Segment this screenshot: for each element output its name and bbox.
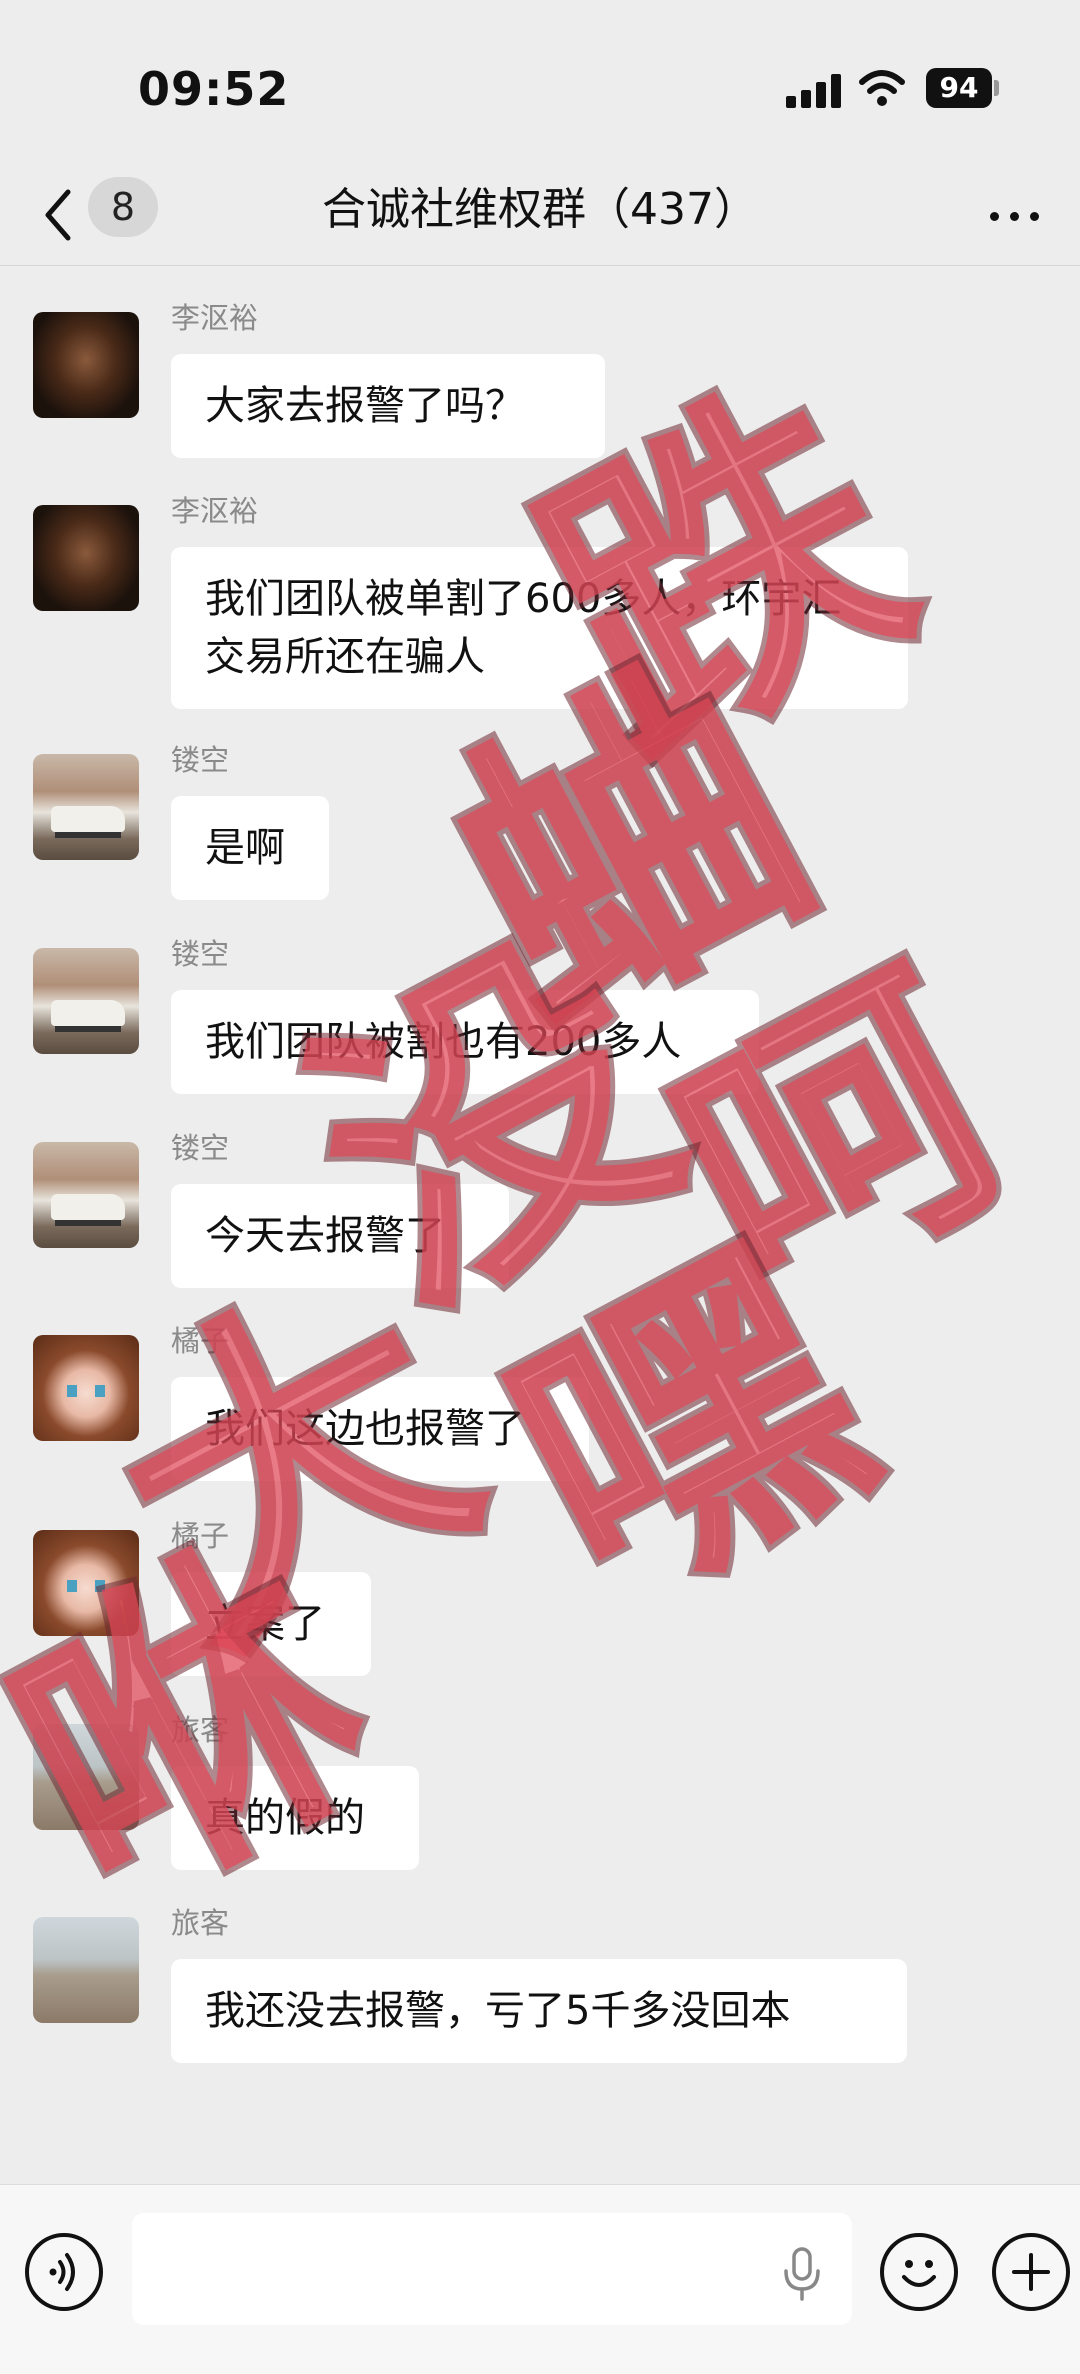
message-input[interactable] <box>132 2213 852 2325</box>
chat-screen: 09:52 94 8 合诚社维权群（437） 李沤裕 大家去报警了吗？ 李沤裕 … <box>0 0 1080 2374</box>
sender-name: 橘子 <box>171 1519 230 1553</box>
sender-name: 镂空 <box>171 937 230 971</box>
input-bar <box>0 2184 1080 2374</box>
sender-name: 橘子 <box>171 1324 230 1358</box>
sender-name: 镂空 <box>171 1131 230 1165</box>
message-bubble[interactable]: 大家去报警了吗？ <box>171 354 605 458</box>
cellular-signal-icon <box>786 72 842 108</box>
chat-header: 8 合诚社维权群（437） <box>0 170 1080 266</box>
plus-icon[interactable] <box>992 2233 1070 2311</box>
message-bubble[interactable]: 我还没去报警，亏了5千多没回本 <box>171 1959 907 2063</box>
sender-name: 旅客 <box>171 1906 230 1940</box>
sender-name: 镂空 <box>171 743 230 777</box>
status-bar: 09:52 94 <box>0 0 1080 170</box>
avatar[interactable] <box>33 312 139 418</box>
message-bubble[interactable]: 真的假的 <box>171 1766 419 1870</box>
avatar[interactable] <box>33 754 139 860</box>
battery-indicator: 94 <box>926 68 992 108</box>
more-icon[interactable] <box>984 190 1044 240</box>
avatar[interactable] <box>33 1724 139 1830</box>
voice-icon[interactable] <box>25 2233 103 2311</box>
avatar[interactable] <box>33 1142 139 1248</box>
avatar[interactable] <box>33 1335 139 1441</box>
message-bubble[interactable]: 立案了 <box>171 1572 371 1676</box>
avatar[interactable] <box>33 1917 139 2023</box>
message-bubble[interactable]: 今天去报警了 <box>171 1184 509 1288</box>
message-bubble[interactable]: 我们团队被单割了600多人，环宇汇交易所还在骗人 <box>171 547 908 709</box>
wifi-icon <box>859 70 905 106</box>
message-bubble[interactable]: 是啊 <box>171 796 329 900</box>
battery-nub <box>994 80 999 96</box>
message-bubble[interactable]: 我们这边也报警了 <box>171 1377 589 1481</box>
emoji-icon[interactable] <box>880 2233 958 2311</box>
sender-name: 李沤裕 <box>171 494 259 528</box>
avatar[interactable] <box>33 505 139 611</box>
chat-title: 合诚社维权群（437） <box>322 184 758 235</box>
sender-name: 李沤裕 <box>171 301 259 335</box>
sender-name: 旅客 <box>171 1713 230 1747</box>
status-time: 09:52 <box>138 62 290 116</box>
message-bubble[interactable]: 我们团队被割也有200多人 <box>171 990 759 1094</box>
avatar[interactable] <box>33 948 139 1054</box>
avatar[interactable] <box>33 1530 139 1636</box>
microphone-icon[interactable] <box>776 2245 828 2301</box>
